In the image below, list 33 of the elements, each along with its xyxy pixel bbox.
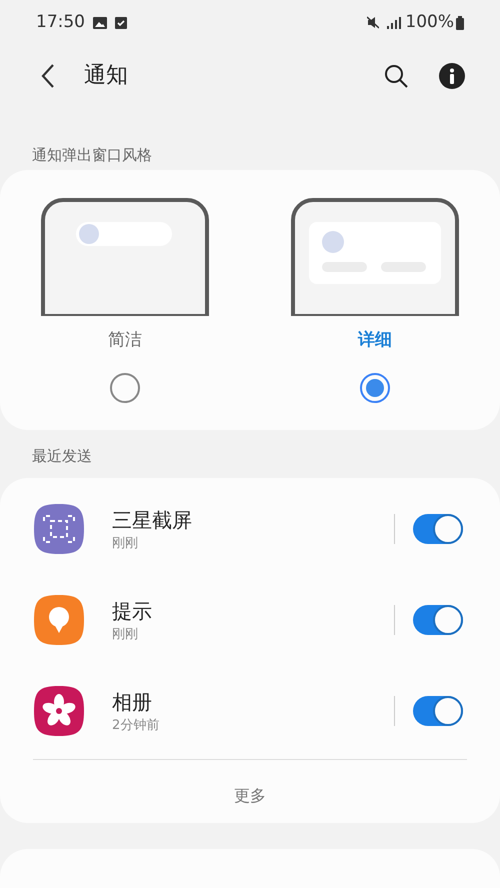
radio-button[interactable] — [110, 373, 140, 404]
app-time: 刚刚 — [112, 626, 139, 644]
app-name: 三星截屏 — [112, 506, 193, 534]
image-icon — [93, 16, 107, 29]
style-option-label: 简洁 — [108, 328, 142, 352]
battery-icon — [456, 16, 464, 30]
page-title: 通知 — [84, 62, 128, 90]
app-name: 相册 — [112, 688, 153, 716]
lightbulb-app-icon — [34, 595, 84, 646]
screenshot-app-icon — [34, 504, 84, 554]
section-heading: 通知弹出窗口风格 — [32, 144, 152, 166]
radio-button[interactable] — [360, 373, 390, 404]
signal-icon — [387, 16, 402, 29]
app-row[interactable]: 提示 刚刚 — [0, 574, 500, 666]
search-icon — [384, 64, 408, 88]
style-option-label: 详细 — [358, 328, 392, 352]
app-name: 提示 — [112, 598, 153, 624]
section-heading: 最近发送 — [32, 446, 92, 467]
more-button[interactable]: 更多 — [226, 780, 274, 812]
toggle-switch[interactable] — [413, 696, 463, 726]
back-icon — [41, 62, 55, 89]
status-time: 17:50 — [36, 10, 85, 34]
info-icon — [439, 62, 465, 89]
app-row[interactable]: 相册 2分钟前 — [0, 666, 500, 757]
flower-app-icon — [34, 686, 84, 736]
battery-percent: 100% — [405, 10, 454, 34]
app-time: 刚刚 — [112, 534, 139, 552]
toggle-switch[interactable] — [413, 605, 463, 636]
mute-icon — [367, 16, 380, 30]
checkbox-icon — [115, 16, 127, 29]
app-row[interactable]: 三星截屏 刚刚 — [0, 484, 500, 575]
toggle-switch[interactable] — [413, 514, 463, 544]
app-time: 2分钟前 — [112, 716, 160, 734]
